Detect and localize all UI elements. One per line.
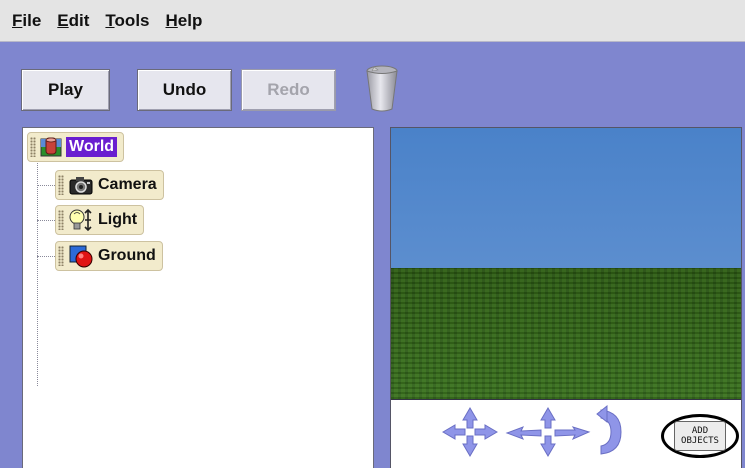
world-icon	[40, 136, 62, 158]
undo-button[interactable]: Undo	[137, 69, 232, 111]
move-camera-up-down-icon[interactable]	[505, 406, 591, 462]
tree-item-ground[interactable]: Ground	[55, 241, 163, 271]
tree-item-label: World	[66, 137, 118, 157]
tree-item-light[interactable]: Light	[55, 205, 145, 235]
menu-tools[interactable]: Tools	[105, 11, 149, 31]
scene-view[interactable]: ADD OBJECTS	[390, 127, 742, 468]
menu-file[interactable]: File	[12, 11, 41, 31]
camera-controls: ADD OBJECTS	[391, 399, 741, 468]
tree-item-label: Camera	[98, 176, 157, 193]
tree-item-camera[interactable]: Camera	[55, 170, 164, 200]
menu-edit[interactable]: Edit	[57, 11, 89, 31]
add-objects-button[interactable]: ADD OBJECTS	[674, 421, 726, 451]
play-button[interactable]: Play	[21, 69, 110, 111]
camera-icon	[68, 174, 94, 196]
tree-item-world[interactable]: World	[27, 132, 125, 162]
redo-button[interactable]: Redo	[241, 69, 336, 111]
menu-help[interactable]: Help	[166, 11, 203, 31]
object-tree: World Camera Light Ground	[22, 127, 374, 468]
add-objects-button-outline: ADD OBJECTS	[661, 414, 739, 458]
scene-sky	[391, 128, 741, 268]
tree-item-label: Ground	[98, 247, 156, 264]
tree-connector	[37, 185, 55, 186]
trash-can-icon[interactable]	[364, 63, 400, 113]
tree-item-label: Light	[98, 211, 138, 228]
scene-ground	[391, 268, 741, 399]
lightbulb-icon	[68, 208, 94, 232]
move-camera-icon[interactable]	[441, 406, 499, 462]
turn-camera-icon[interactable]	[595, 404, 625, 464]
tree-connector	[37, 256, 55, 257]
ground-icon	[68, 244, 94, 268]
tree-connector	[37, 220, 55, 221]
tree-connector	[37, 160, 38, 386]
menu-bar: File Edit Tools Help	[0, 0, 745, 42]
